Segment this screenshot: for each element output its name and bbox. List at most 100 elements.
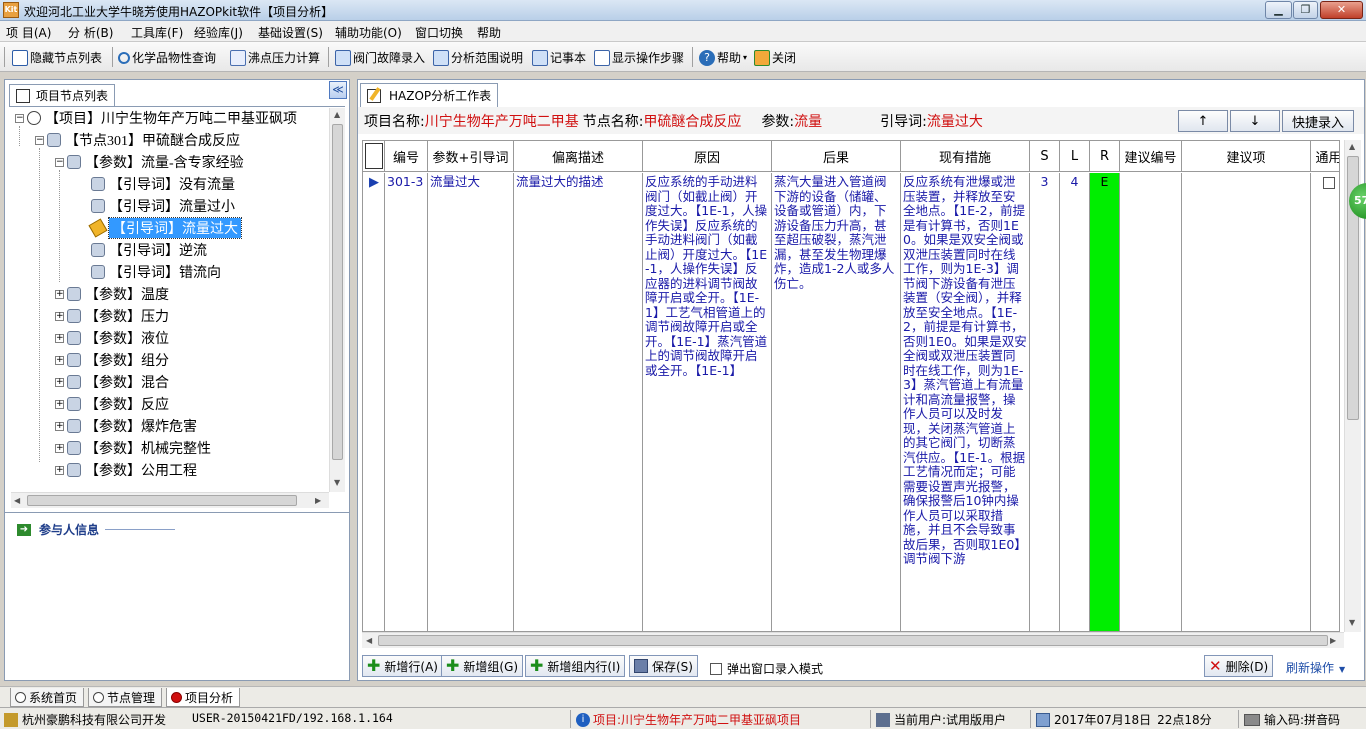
cell-deviation[interactable]: 流量过大的描述 <box>514 173 643 631</box>
col-header-measures[interactable]: 现有措施 <box>901 141 1030 172</box>
col-header-param-guideword[interactable]: 参数+引导词 <box>428 141 514 172</box>
scroll-down-icon[interactable]: ▼ <box>1349 618 1355 627</box>
expand-icon[interactable]: + <box>55 421 64 431</box>
scroll-left-icon[interactable]: ◀ <box>14 496 20 505</box>
boiling-calc-button[interactable]: 沸点压力计算 <box>230 47 320 68</box>
tree-horizontal-scrollbar[interactable]: ◀ ▶ <box>11 492 329 508</box>
move-up-button[interactable]: ↑ <box>1178 110 1228 132</box>
cell-measures[interactable]: 反应系统有泄爆或泄压装置，并释放至安全地点。【1E-2，前提是有计算书，否则1E… <box>901 173 1030 631</box>
tree-vscroll-thumb[interactable] <box>332 124 343 460</box>
expand-icon[interactable]: + <box>55 333 64 343</box>
tab-project-node-list[interactable]: 项目节点列表 <box>9 84 116 106</box>
cell-suggestion-id[interactable] <box>1120 173 1182 631</box>
tree-node-project[interactable]: − 【项目】川宁生物年产万吨二甲基亚砜项 <box>15 108 297 128</box>
collapse-icon[interactable]: − <box>55 157 64 167</box>
tree-node-param-explosion[interactable]: + 【参数】爆炸危害 <box>55 416 197 436</box>
menu-analysis[interactable]: 分 析(B) <box>68 24 113 41</box>
col-header-r[interactable]: R <box>1090 141 1120 172</box>
show-steps-button[interactable]: 显示操作步骤 <box>594 47 684 68</box>
scroll-down-icon[interactable]: ▼ <box>334 478 340 487</box>
tree-node-param-temperature[interactable]: + 【参数】温度 <box>55 284 169 304</box>
menu-experience-library[interactable]: 经验库(J) <box>194 24 243 41</box>
tab-node-management[interactable]: 节点管理 <box>88 688 163 707</box>
save-button[interactable]: 保存(S) <box>629 655 698 677</box>
minimize-button[interactable]: ▁ <box>1265 1 1292 19</box>
cell-id[interactable]: 301-3 <box>385 173 428 631</box>
menu-basic-settings[interactable]: 基础设置(S) <box>258 24 323 41</box>
chem-query-button[interactable]: 化学品物性查询 <box>118 47 216 68</box>
participants-header[interactable]: ➜ 参与人信息 <box>17 521 176 538</box>
menu-tool-library[interactable]: 工具库(F) <box>131 24 183 41</box>
col-header-cause[interactable]: 原因 <box>643 141 772 172</box>
cell-cause[interactable]: 反应系统的手动进料阀门（如截止阀）开度过大。【1E-1，人操作失误】反应系统的手… <box>643 173 772 631</box>
expand-icon[interactable]: + <box>55 377 64 387</box>
col-header-deviation[interactable]: 偏离描述 <box>514 141 643 172</box>
menu-help[interactable]: 帮助 <box>477 24 501 41</box>
quick-entry-button[interactable]: 快捷录入 <box>1282 110 1354 132</box>
notepad-button[interactable]: 记事本 <box>532 47 586 68</box>
cell-param-guideword[interactable]: 流量过大 <box>428 173 514 631</box>
col-header-l[interactable]: L <box>1060 141 1090 172</box>
grid-hscroll-thumb[interactable] <box>378 635 1328 646</box>
menu-project[interactable]: 项 目(A) <box>6 24 51 41</box>
grid-horizontal-scrollbar[interactable]: ◀ ▶ <box>362 632 1344 648</box>
tree-node-param-level[interactable]: + 【参数】液位 <box>55 328 169 348</box>
collapse-icon[interactable]: − <box>35 135 44 145</box>
menu-window-switch[interactable]: 窗口切换 <box>415 24 463 41</box>
maximize-button[interactable]: ❐ <box>1293 1 1318 19</box>
collapse-icon[interactable]: − <box>15 113 24 123</box>
add-in-group-button[interactable]: ✚ 新增组内行(I) <box>525 655 626 677</box>
tab-system-home[interactable]: 系统首页 <box>10 688 85 707</box>
tree-node-guide-misdirect[interactable]: 【引导词】错流向 <box>91 262 221 282</box>
hide-tree-button[interactable]: 隐藏节点列表 <box>12 47 102 68</box>
valve-fault-button[interactable]: 阀门故障录入 <box>335 47 425 68</box>
tree-node-param-mixing[interactable]: + 【参数】混合 <box>55 372 169 392</box>
close-window-button[interactable]: ✕ <box>1320 1 1363 19</box>
cell-r-risk[interactable]: E <box>1090 173 1120 631</box>
col-header-suggestion-id[interactable]: 建议编号 <box>1120 141 1182 172</box>
col-header-consequence[interactable]: 后果 <box>772 141 901 172</box>
scroll-up-icon[interactable]: ▲ <box>1349 142 1355 151</box>
add-group-button[interactable]: ✚ 新增组(G) <box>441 655 524 677</box>
tree-node-param-composition[interactable]: + 【参数】组分 <box>55 350 169 370</box>
tree-node-param-flow[interactable]: − 【参数】流量-含专家经验 <box>55 152 244 172</box>
expand-icon[interactable]: + <box>55 465 64 475</box>
tree-node-param-pressure[interactable]: + 【参数】压力 <box>55 306 169 326</box>
scroll-up-icon[interactable]: ▲ <box>334 110 340 119</box>
delete-button[interactable]: ✕ 删除(D) <box>1204 655 1274 677</box>
close-tool-button[interactable]: 关闭 <box>754 47 796 68</box>
popup-mode-option[interactable]: 弹出窗口录入模式 <box>710 660 823 677</box>
tree-node-guide-high-flow[interactable]: 【引导词】流量过大 <box>88 217 242 239</box>
tree-node-301[interactable]: − 【节点301】甲硫醚合成反应 <box>35 130 240 150</box>
scroll-left-icon[interactable]: ◀ <box>366 636 372 645</box>
cell-l[interactable]: 4 <box>1060 173 1090 631</box>
move-down-button[interactable]: ↓ <box>1230 110 1280 132</box>
cell-consequence[interactable]: 蒸汽大量进入管道阀下游的设备（储罐、设备或管道）内，下游设备压力升高，甚至超压破… <box>772 173 901 631</box>
col-header-suggestion[interactable]: 建议项 <box>1182 141 1311 172</box>
refresh-dropdown[interactable]: 刷新操作 ▼ <box>1286 659 1345 676</box>
expand-icon[interactable]: + <box>55 355 64 365</box>
expand-icon[interactable]: + <box>55 289 64 299</box>
tree-node-param-mechanical[interactable]: + 【参数】机械完整性 <box>55 438 211 458</box>
tree-node-param-utilities[interactable]: + 【参数】公用工程 <box>55 460 197 480</box>
scroll-right-icon[interactable]: ▶ <box>315 496 321 505</box>
tab-project-analysis[interactable]: 项目分析 <box>166 688 241 707</box>
collapse-panel-button[interactable]: ≪ <box>329 81 347 99</box>
status-input-method[interactable]: 输入码:拼音码 <box>1244 711 1340 728</box>
add-row-button[interactable]: ✚ 新增行(A) <box>362 655 443 677</box>
common-checkbox[interactable] <box>1322 177 1335 189</box>
tree-vertical-scrollbar[interactable]: ▲ ▼ <box>329 108 345 492</box>
scroll-right-icon[interactable]: ▶ <box>1330 636 1336 645</box>
tree-hscroll-thumb[interactable] <box>27 495 297 506</box>
menu-aux-functions[interactable]: 辅助功能(O) <box>335 24 402 41</box>
col-header-s[interactable]: S <box>1030 141 1060 172</box>
popup-mode-checkbox[interactable] <box>710 662 722 675</box>
tree-node-guide-low-flow[interactable]: 【引导词】流量过小 <box>91 196 235 216</box>
col-header-common[interactable]: 通用 <box>1311 141 1339 172</box>
tree-node-param-reaction[interactable]: + 【参数】反应 <box>55 394 169 414</box>
cell-s[interactable]: 3 <box>1030 173 1060 631</box>
help-button[interactable]: ? 帮助 ▾ <box>699 47 747 68</box>
tree-node-guide-reverse[interactable]: 【引导词】逆流 <box>91 240 207 260</box>
scope-desc-button[interactable]: 分析范围说明 <box>433 47 523 68</box>
row-indicator[interactable]: ▶ <box>363 173 385 631</box>
